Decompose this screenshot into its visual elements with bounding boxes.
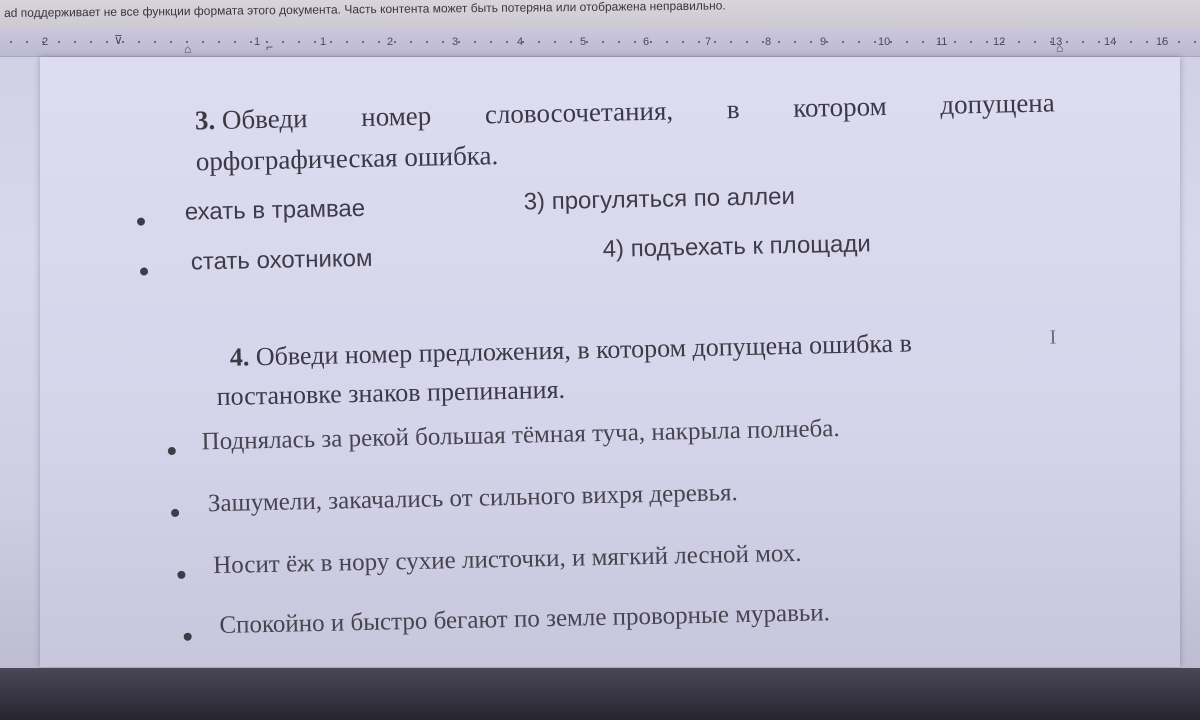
question-4-option-2: Зашумели, закачались от сильного вихря д…	[207, 479, 738, 518]
question-4-option-4: Спокойно и быстро бегают по земле провор…	[219, 599, 831, 640]
title-word: Обведи	[221, 103, 308, 135]
question-4-number: 4.	[229, 342, 250, 372]
title-word: словосочетания,	[484, 95, 674, 130]
title-word: номер	[360, 100, 432, 132]
title-word: котором	[792, 90, 887, 123]
question-3-option-3: 3) прогуляться по аллеи	[523, 182, 796, 216]
question-3-option-2: стать охотником	[190, 244, 373, 276]
question-4-option-3: Носит ёж в нору сухие листочки, и мягкий…	[212, 539, 802, 580]
title-word: допущена	[939, 87, 1055, 120]
question-4-title: 4. Обведи номер предложения, в котором д…	[216, 320, 1060, 415]
bullet-icon	[136, 217, 146, 226]
title-word: в	[726, 94, 740, 125]
ruler-tick	[1194, 41, 1196, 43]
screen: ad поддерживает не все функции формата э…	[0, 0, 1200, 720]
document-content: 3. Обведи номер словосочетания, в которо…	[0, 0, 1200, 720]
bullet-icon	[183, 632, 192, 641]
question-3-option-1: ехать в трамвае	[184, 194, 366, 226]
question-3-number: 3.	[194, 105, 216, 136]
question-3-title: 3. Обведи номер словосочетания, в которо…	[194, 82, 1056, 181]
text-cursor-icon: I	[1049, 326, 1057, 349]
bullet-icon	[167, 446, 176, 456]
bullet-icon	[171, 508, 180, 518]
bullet-icon	[139, 267, 149, 276]
bullet-icon	[177, 570, 186, 579]
monitor-bezel	[0, 668, 1200, 720]
question-4-option-1: Поднялась за рекой большая тёмная туча, …	[201, 415, 840, 456]
question-3-option-4: 4) подъехать к площади	[602, 230, 872, 263]
